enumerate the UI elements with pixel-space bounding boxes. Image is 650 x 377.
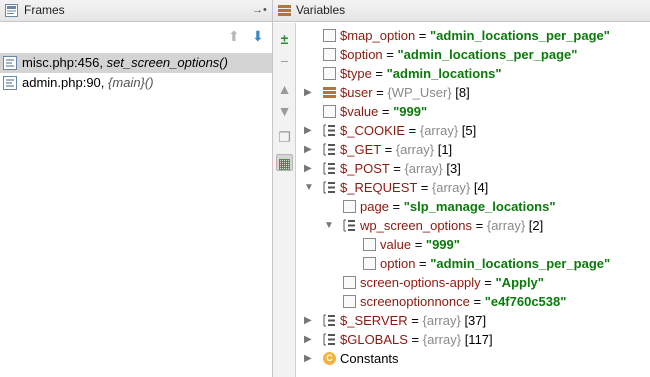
variables-title: Variables <box>296 3 346 17</box>
collapse-arrow-icon[interactable]: ▼ <box>304 182 314 193</box>
remove-watch-icon[interactable]: − <box>276 53 293 70</box>
object-icon <box>323 87 336 98</box>
frame-row[interactable]: misc.php:456, set_screen_options() <box>0 53 272 73</box>
primitive-icon <box>323 67 336 80</box>
frame-function: {main}() <box>108 75 154 90</box>
array-icon <box>323 124 335 137</box>
copy-icon[interactable]: ❐ <box>276 129 293 146</box>
variables-toolbar: ± − ▲ ▼ ❐ ▦ <box>273 23 296 377</box>
expand-arrow-icon[interactable]: ▶ <box>304 125 314 136</box>
primitive-icon <box>323 105 336 118</box>
primitive-icon <box>343 295 356 308</box>
primitive-icon <box>343 276 356 289</box>
primitive-icon <box>363 238 376 251</box>
expand-arrow-icon[interactable]: ▶ <box>304 353 314 364</box>
frame-down-icon[interactable]: ⬇ <box>252 29 264 43</box>
array-icon <box>343 219 355 232</box>
expand-arrow-icon[interactable]: ▶ <box>304 87 314 98</box>
primitive-icon <box>343 200 356 213</box>
variables-panel: Variables ± − ▲ ▼ ❐ ▦ $map_option = "adm… <box>273 0 650 377</box>
evaluate-expression-icon[interactable]: ± <box>276 31 293 48</box>
move-down-icon[interactable]: ▼ <box>276 103 293 120</box>
expand-arrow-icon[interactable]: ▶ <box>304 144 314 155</box>
collapse-arrow-icon[interactable]: ▼ <box>324 220 334 231</box>
show-watches-icon[interactable]: ▦ <box>276 154 293 171</box>
frames-title: Frames <box>24 3 65 17</box>
frame-up-icon[interactable]: ⬆ <box>228 29 240 43</box>
constants-label: Constants <box>340 351 399 366</box>
frame-function: set_screen_options() <box>106 55 228 70</box>
expand-arrow-icon[interactable]: ▶ <box>304 315 314 326</box>
hide-panel-icon[interactable]: →• <box>252 4 267 16</box>
variables-header: Variables <box>273 0 650 22</box>
frames-header: Frames →• <box>0 0 272 22</box>
array-icon <box>323 162 335 175</box>
php-file-icon <box>3 56 17 70</box>
frames-icon <box>5 4 18 17</box>
expand-arrow-icon[interactable]: ▶ <box>304 334 314 345</box>
variables-icon <box>278 5 291 16</box>
constant-icon: C <box>323 352 336 365</box>
primitive-icon <box>323 29 336 42</box>
php-file-icon <box>3 76 17 90</box>
frames-panel: Frames →• ⬆ ⬇ misc.php:456, set_screen_o… <box>0 0 272 377</box>
array-icon <box>323 181 335 194</box>
array-icon <box>323 143 335 156</box>
move-up-icon[interactable]: ▲ <box>276 81 293 98</box>
frame-location: misc.php:456, <box>22 55 103 70</box>
debugger-window: Frames →• ⬆ ⬇ misc.php:456, set_screen_o… <box>0 0 650 377</box>
frame-row[interactable]: admin.php:90, {main}() <box>0 73 272 93</box>
array-icon <box>323 333 335 346</box>
array-icon <box>323 314 335 327</box>
frame-location: admin.php:90, <box>22 75 105 90</box>
expand-arrow-icon[interactable]: ▶ <box>304 163 314 174</box>
primitive-icon <box>363 257 376 270</box>
frames-toolbar: ⬆ ⬇ <box>0 23 272 51</box>
primitive-icon <box>323 48 336 61</box>
